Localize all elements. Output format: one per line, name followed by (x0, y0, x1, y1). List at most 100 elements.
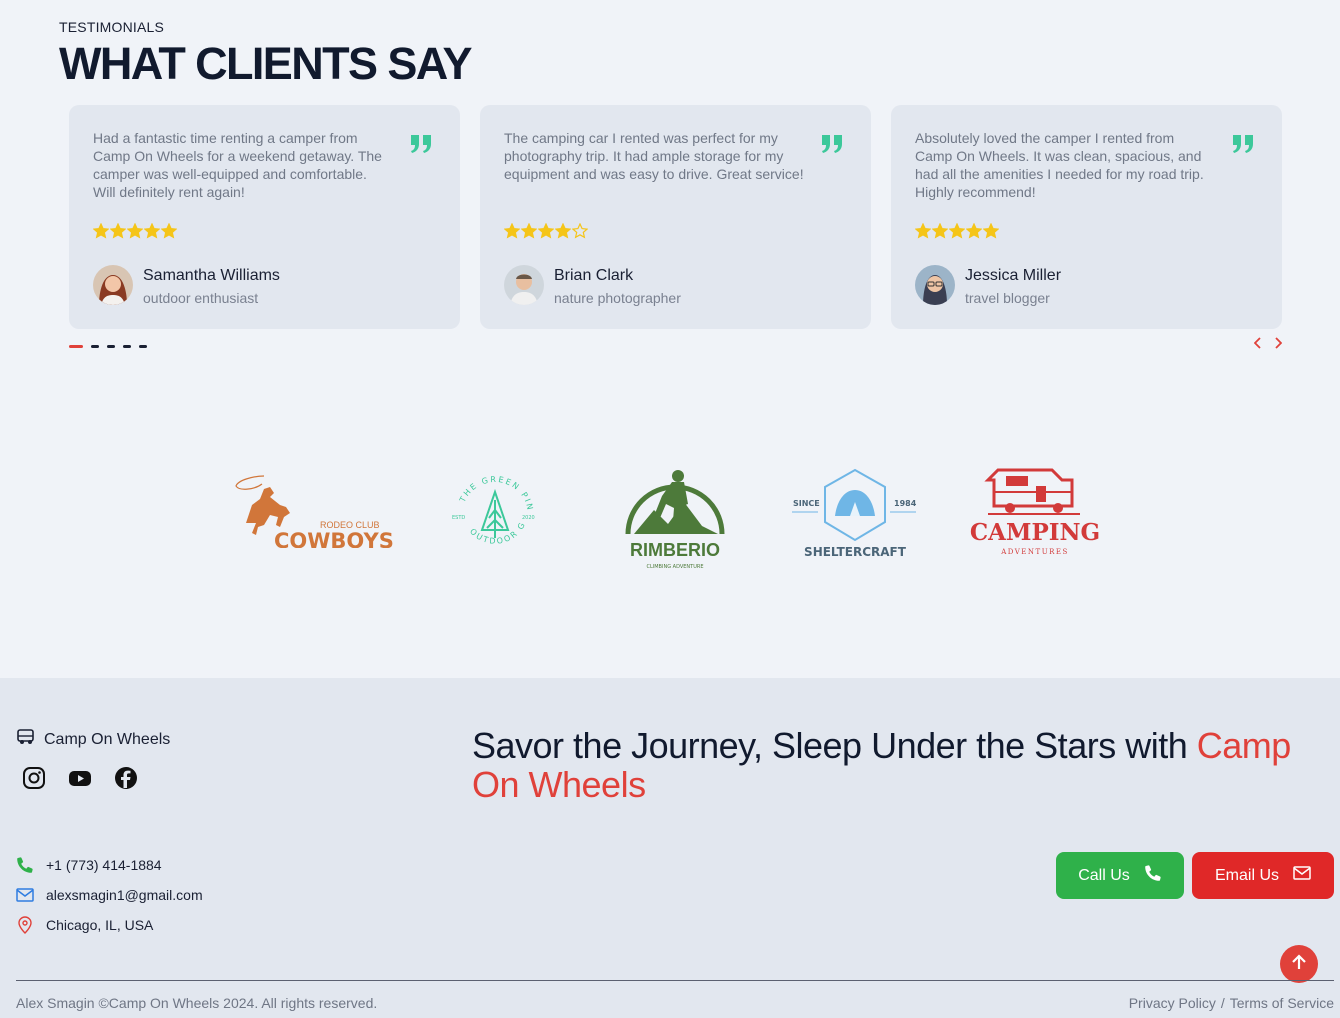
email-address: alexsmagin1@gmail.com (46, 887, 203, 903)
reviewer-role: nature photographer (554, 290, 681, 306)
star-filled-icon (161, 223, 177, 239)
brand-name: Camp On Wheels (44, 730, 171, 748)
star-rating (93, 223, 177, 239)
youtube-icon[interactable] (68, 766, 92, 790)
partner-logos: RODEO CLUB COWBOYS THE GREEN PINE OUTDOO… (230, 460, 1110, 575)
star-filled-icon (144, 223, 160, 239)
contact-list: +1 (773) 414-1884 alexsmagin1@gmail.com … (16, 850, 203, 940)
section-title: WHAT CLIENTS SAY (59, 38, 473, 89)
testimonial-text: Absolutely loved the camper I rented fro… (915, 130, 1204, 200)
pagination-dot[interactable] (123, 345, 131, 348)
email-us-label: Email Us (1214, 866, 1279, 884)
carousel-pagination (69, 345, 147, 348)
camper-van-icon (16, 728, 36, 751)
star-empty-icon (572, 223, 588, 239)
testimonials-section: TESTIMONIALS WHAT CLIENTS SAY Had a fant… (0, 0, 1340, 678)
testimonial-card: Absolutely loved the camper I rented fro… (891, 105, 1282, 329)
reviewer-name: Samantha Williams (143, 267, 280, 284)
quote-icon (822, 135, 842, 153)
footer-divider (16, 980, 1334, 981)
testimonial-text: The camping car I rented was perfect for… (504, 130, 804, 182)
star-filled-icon (915, 223, 931, 239)
call-us-button[interactable]: Call Us (1056, 852, 1184, 899)
sheltercraft-name: SHELTERCRAFT (804, 545, 907, 559)
reviewer-role: travel blogger (965, 290, 1050, 306)
reviewer-name: Jessica Miller (965, 267, 1062, 284)
camping-sub: ADVENTURES (1000, 548, 1069, 556)
greenpine-left: ESTD (452, 515, 465, 521)
pagination-dot[interactable] (107, 345, 115, 348)
privacy-policy-link[interactable]: Privacy Policy (1129, 995, 1216, 1011)
star-filled-icon (127, 223, 143, 239)
legal-separator: / (1220, 995, 1225, 1011)
rimberio-name: RIMBERIO (630, 540, 720, 560)
avatar (915, 265, 955, 305)
rimberio-logo: RIMBERIO CLIMBING ADVENTURE (625, 470, 725, 570)
call-us-label: Call Us (1078, 866, 1130, 884)
instagram-icon[interactable] (22, 766, 46, 790)
avatar (93, 265, 133, 305)
star-filled-icon (110, 223, 126, 239)
quote-icon (1233, 135, 1253, 153)
section-eyebrow: TESTIMONIALS (59, 19, 165, 35)
svg-text:THE GREEN PINE: THE GREEN PINE (450, 470, 535, 512)
greenpine-top: THE GREEN PINE (450, 470, 533, 512)
cowboys-line2: COWBOYS (274, 529, 394, 548)
contact-location: Chicago, IL, USA (16, 910, 203, 940)
phone-number: +1 (773) 414-1884 (46, 857, 162, 873)
legal-links: Privacy Policy / Terms of Service (1129, 995, 1334, 1011)
copyright-text: Alex Smagin ©Camp On Wheels 2024. All ri… (16, 995, 378, 1011)
phone-icon (16, 856, 34, 874)
greenpine-right: 2020 (522, 515, 535, 521)
greenpine-logo: THE GREEN PINE OUTDOOR GEAR ESTD 2020 (450, 470, 535, 546)
tagline-main: Savor the Journey, Sleep Under the Stars… (472, 725, 1197, 766)
footer-brand[interactable]: Camp On Wheels (16, 728, 170, 751)
pagination-dot[interactable] (91, 345, 99, 348)
rimberio-sub: CLIMBING ADVENTURE (646, 564, 703, 570)
arrow-up-icon (1292, 953, 1306, 975)
carousel-arrows (1252, 336, 1284, 350)
map-pin-icon (16, 916, 34, 934)
mail-icon (16, 886, 34, 904)
email-us-button[interactable]: Email Us (1192, 852, 1334, 899)
avatar (504, 265, 544, 305)
sheltercraft-year: 1984 (894, 499, 917, 508)
camping-logo: CAMPING ADVENTURES (970, 468, 1100, 556)
reviewer-role: outdoor enthusiast (143, 290, 259, 306)
star-filled-icon (983, 223, 999, 239)
chevron-left-icon[interactable] (1252, 336, 1264, 350)
chevron-right-icon[interactable] (1272, 336, 1284, 350)
star-filled-icon (521, 223, 537, 239)
site-footer: Camp On Wheels Savor the Journey, Sleep … (0, 678, 1340, 1018)
star-filled-icon (538, 223, 554, 239)
sheltercraft-logo: SINCE 1984 SHELTERCRAFT (792, 468, 917, 559)
phone-icon (1144, 864, 1162, 887)
testimonial-card: Had a fantastic time renting a camper fr… (69, 105, 460, 329)
star-filled-icon (932, 223, 948, 239)
scroll-to-top-button[interactable] (1280, 945, 1318, 983)
mail-icon (1293, 866, 1311, 885)
contact-email[interactable]: alexsmagin1@gmail.com (16, 880, 203, 910)
contact-phone[interactable]: +1 (773) 414-1884 (16, 850, 203, 880)
location-text: Chicago, IL, USA (46, 917, 154, 933)
social-links (22, 766, 138, 790)
quote-icon (411, 135, 431, 153)
testimonial-card: The camping car I rented was perfect for… (480, 105, 871, 329)
pagination-dot[interactable] (69, 345, 83, 348)
star-rating (504, 223, 588, 239)
star-filled-icon (93, 223, 109, 239)
star-filled-icon (555, 223, 571, 239)
pagination-dot[interactable] (139, 345, 147, 348)
star-filled-icon (949, 223, 965, 239)
footer-tagline: Savor the Journey, Sleep Under the Stars… (472, 726, 1302, 804)
cowboys-logo: RODEO CLUB COWBOYS (235, 475, 394, 548)
reviewer-name: Brian Clark (554, 267, 634, 284)
star-filled-icon (504, 223, 520, 239)
testimonial-text: Had a fantastic time renting a camper fr… (93, 130, 382, 200)
terms-of-service-link[interactable]: Terms of Service (1230, 995, 1334, 1011)
star-rating (915, 223, 999, 239)
star-filled-icon (966, 223, 982, 239)
facebook-icon[interactable] (114, 766, 138, 790)
sheltercraft-since: SINCE (793, 499, 820, 508)
camping-name: CAMPING (970, 519, 1100, 546)
